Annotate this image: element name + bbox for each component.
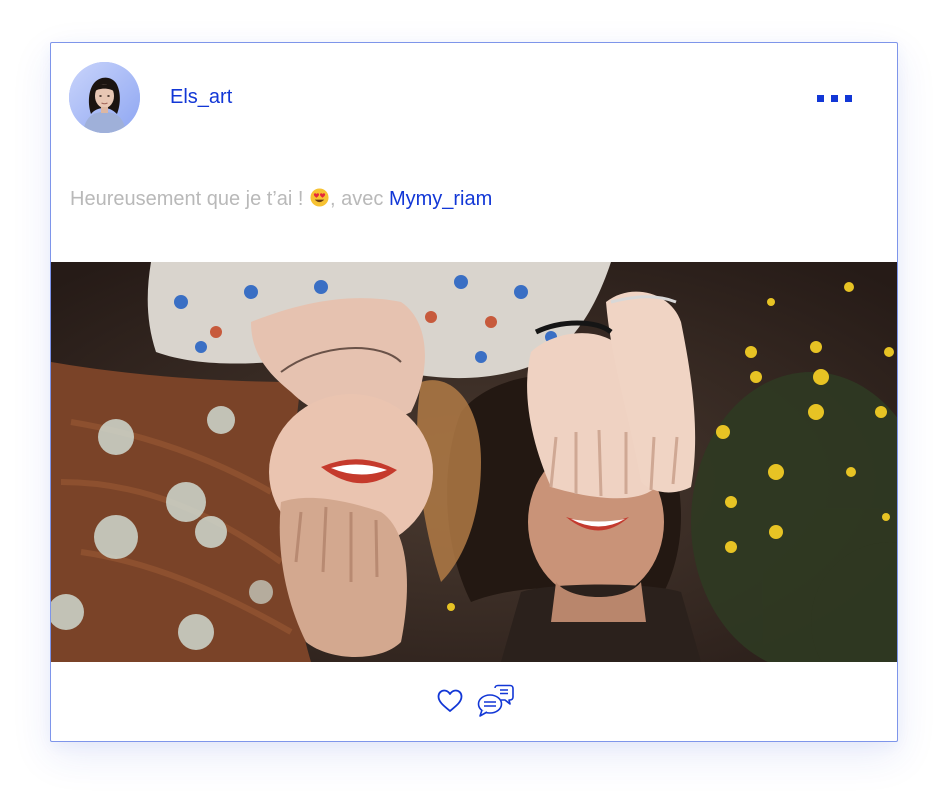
caption-text: Heureusement que je t’ai !	[70, 188, 310, 210]
heart-icon	[437, 689, 463, 712]
comment-button[interactable]	[477, 684, 515, 718]
chat-bubbles-icon	[477, 684, 514, 717]
more-options-button[interactable]	[807, 83, 857, 113]
like-button[interactable]	[436, 687, 464, 715]
right-woman-shirt	[501, 584, 701, 662]
heart-eyes-emoji-icon	[310, 188, 329, 207]
post-header: Els_art	[51, 43, 897, 153]
post-photo[interactable]	[51, 262, 897, 662]
author-username[interactable]: Els_art	[170, 85, 232, 109]
post-card: Els_art Heureusement que je t’ai ! , ave…	[50, 42, 898, 742]
avatar-portrait-image	[69, 62, 140, 133]
avatar[interactable]	[69, 62, 140, 133]
mention-link[interactable]: Mymy_riam	[389, 188, 492, 210]
post-caption: Heureusement que je t’ai ! , avec Mymy_r…	[70, 187, 492, 211]
caption-with-text: , avec	[330, 188, 389, 210]
post-actions	[51, 662, 897, 741]
